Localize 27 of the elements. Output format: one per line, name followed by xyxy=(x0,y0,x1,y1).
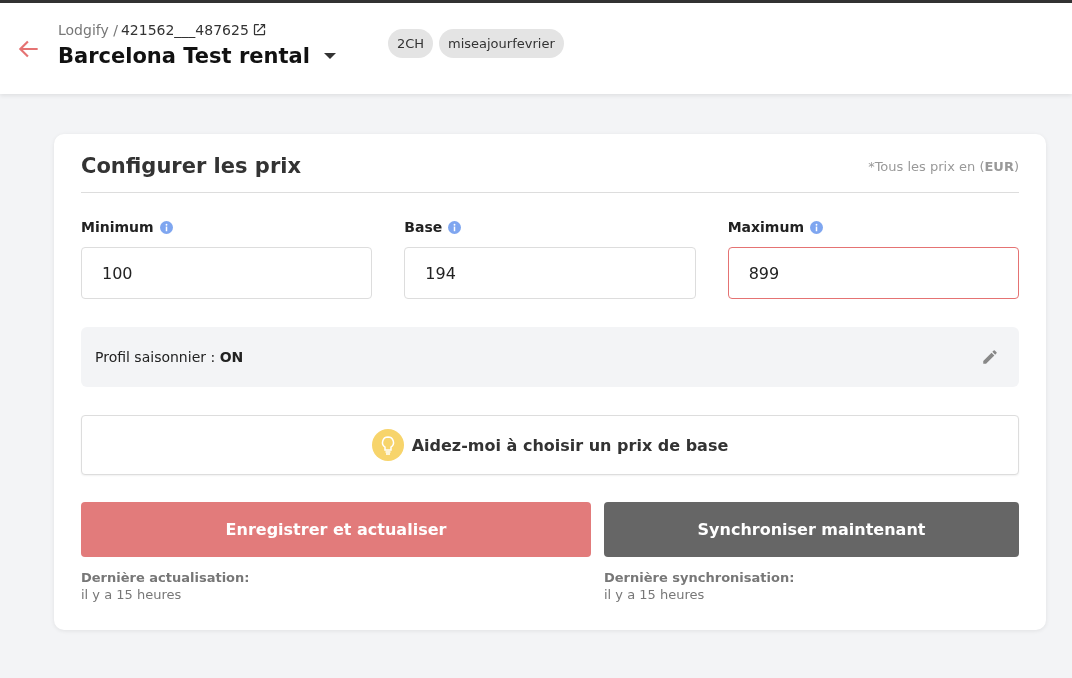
currency-note: *Tous les prix en (EUR) xyxy=(868,158,1019,174)
external-link-icon[interactable] xyxy=(251,22,267,37)
tag: 2CH xyxy=(387,29,433,58)
profile-status: Profil saisonnier : ON xyxy=(95,349,244,365)
price-input[interactable]: 899 xyxy=(727,247,1019,299)
info-icon[interactable] xyxy=(810,220,823,234)
status-time: il y a 15 heures xyxy=(81,587,183,602)
status-label: Dernière synchronisation: xyxy=(604,570,796,585)
lightbulb-icon xyxy=(371,429,404,461)
info-icon[interactable] xyxy=(159,220,173,234)
breadcrumb-link[interactable]: Lodgify / xyxy=(58,21,118,38)
price-input[interactable]: 194 xyxy=(404,247,696,299)
property-title: Barcelona Test rental xyxy=(58,43,310,68)
status-label: Dernière actualisation: xyxy=(81,570,251,585)
price-input[interactable]: 100 xyxy=(81,247,373,299)
help-button[interactable]: Aidez-moi à choisir un prix de base xyxy=(81,415,1019,475)
field-label: Minimum xyxy=(81,219,154,235)
info-icon[interactable] xyxy=(448,220,462,234)
action-button[interactable]: Synchroniser maintenant xyxy=(604,502,1019,557)
listing-id: 421562___487625 xyxy=(120,21,249,38)
tag: miseajourfevrier xyxy=(439,29,564,58)
field-label: Maximum xyxy=(727,219,804,235)
status-time: il y a 15 heures xyxy=(604,587,706,602)
caret-icon[interactable] xyxy=(323,51,336,60)
pencil-icon[interactable] xyxy=(981,348,999,366)
field-label: Base xyxy=(404,219,443,235)
card-title: Configurer les prix xyxy=(81,154,301,178)
